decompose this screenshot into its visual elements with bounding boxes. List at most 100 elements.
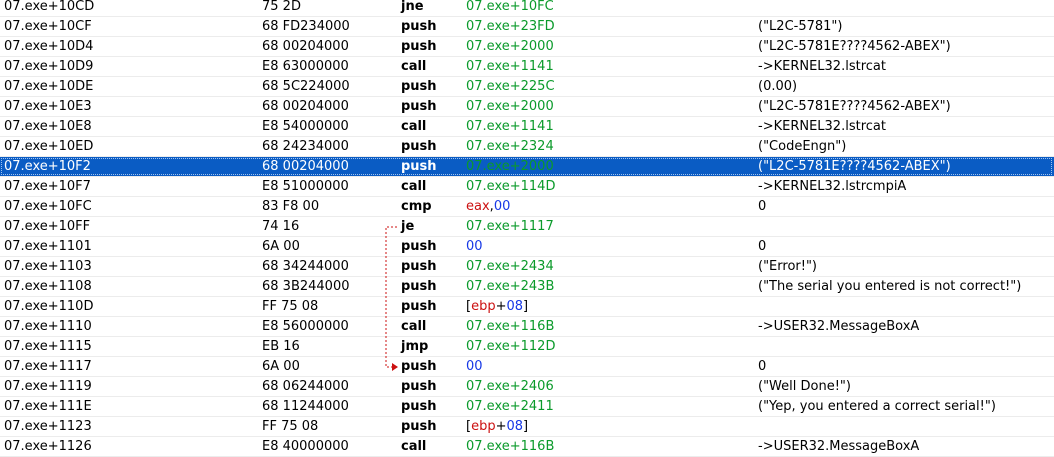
disasm-row[interactable]: 07.exe+10E8 E8 54000000 call 07.exe+1141 ->K… — [0, 117, 1054, 137]
disasm-row[interactable]: 07.exe+10CF 68 FD234000 push 07.exe+23FD ("L… — [0, 17, 1054, 37]
disassembly-view[interactable]: 07.exe+10CD 75 2D jne 07.exe+10FC 07.exe+10C… — [0, 0, 1054, 457]
operand-cell: 07.exe+1117 — [466, 217, 554, 237]
bytes-cell: 68 FD234000 — [262, 19, 350, 34]
address-cell: 07.exe+10F7 — [4, 179, 91, 194]
disasm-row[interactable]: 07.exe+1103 68 34244000 push 07.exe+2434 ("E… — [0, 257, 1054, 277]
operand-token: 00 — [493, 199, 511, 214]
disasm-row[interactable]: 07.exe+10FF 74 16 je 07.exe+1117 — [0, 217, 1054, 237]
mnemonic-cell: push — [401, 99, 437, 114]
operand-token: ebp — [471, 299, 496, 314]
address-cell: 07.exe+1115 — [4, 339, 92, 354]
address-cell: 07.exe+10CD — [4, 0, 95, 14]
disasm-row[interactable]: 07.exe+110D FF 75 08 push [ebp+08] — [0, 297, 1054, 317]
disasm-row[interactable]: 07.exe+10E3 68 00204000 push 07.exe+2000 ("L… — [0, 97, 1054, 117]
operand-token: 07.exe+23FD — [466, 19, 555, 34]
operand-cell: 07.exe+116B — [466, 437, 554, 457]
bytes-cell: 74 16 — [262, 219, 300, 234]
operand-cell: 07.exe+2000 — [466, 157, 554, 177]
bytes-cell: 68 00204000 — [262, 159, 349, 174]
comment-cell: ("L2C-5781E????4562-ABEX") — [758, 159, 951, 174]
operand-cell: 07.exe+1141 — [466, 57, 554, 77]
address-cell: 07.exe+10F2 — [4, 159, 91, 174]
bytes-cell: E8 40000000 — [262, 439, 349, 454]
disasm-row[interactable]: 07.exe+10D9 E8 63000000 call 07.exe+1141 ->K… — [0, 57, 1054, 77]
operand-token: 07.exe+1141 — [466, 59, 554, 74]
operand-cell: 07.exe+23FD — [466, 17, 555, 37]
bytes-cell: 68 11244000 — [262, 399, 349, 414]
operand-cell: 07.exe+1141 — [466, 117, 554, 137]
comment-cell: 0 — [758, 199, 767, 214]
address-cell: 07.exe+1103 — [4, 259, 92, 274]
disasm-row[interactable]: 07.exe+1117 6A 00 push 00 0 — [0, 357, 1054, 377]
operand-cell: 07.exe+2434 — [466, 257, 554, 277]
mnemonic-cell: push — [401, 399, 437, 414]
mnemonic-cell: je — [401, 219, 415, 234]
comment-cell: ("L2C-5781") — [758, 19, 843, 34]
mnemonic-cell: call — [401, 439, 427, 454]
mnemonic-cell: push — [401, 239, 437, 254]
disasm-row[interactable]: 07.exe+1119 68 06244000 push 07.exe+2406 ("W… — [0, 377, 1054, 397]
bytes-cell: FF 75 08 — [262, 419, 319, 434]
comment-cell: ("L2C-5781E????4562-ABEX") — [758, 99, 951, 114]
operand-token: 07.exe+225C — [466, 79, 555, 94]
operand-token: 07.exe+243B — [466, 279, 555, 294]
disasm-row[interactable]: 07.exe+10CD 75 2D jne 07.exe+10FC — [0, 0, 1054, 17]
operand-token: 07.exe+116B — [466, 319, 555, 334]
address-cell: 07.exe+10D4 — [4, 39, 94, 54]
comment-cell: ("The serial you entered is not correct!… — [758, 279, 1022, 294]
mnemonic-cell: call — [401, 319, 427, 334]
operand-cell: 07.exe+112D — [466, 337, 555, 357]
comment-cell: ->USER32.MessageBoxA — [758, 439, 920, 454]
disasm-row[interactable]: 07.exe+111E 68 11244000 push 07.exe+2411 ("Y… — [0, 397, 1054, 417]
operand-token: 07.exe+114D — [466, 179, 556, 194]
operand-cell: 07.exe+2000 — [466, 37, 554, 57]
bytes-cell: 68 3B244000 — [262, 279, 350, 294]
disasm-row[interactable]: 07.exe+1108 68 3B244000 push 07.exe+243B ("T… — [0, 277, 1054, 297]
disasm-row[interactable]: 07.exe+10ED 68 24234000 push 07.exe+2324 ("C… — [0, 137, 1054, 157]
disasm-row[interactable]: 07.exe+10F7 E8 51000000 call 07.exe+114D ->K… — [0, 177, 1054, 197]
disasm-row[interactable]: 07.exe+10F2 68 00204000 push 07.exe+2000 ("L… — [0, 157, 1054, 177]
mnemonic-cell: jmp — [401, 339, 429, 354]
disasm-row[interactable]: 07.exe+10D4 68 00204000 push 07.exe+2000 ("L… — [0, 37, 1054, 57]
operand-cell: 07.exe+2000 — [466, 97, 554, 117]
comment-cell: ("L2C-5781E????4562-ABEX") — [758, 39, 951, 54]
disasm-row[interactable]: 07.exe+1123 FF 75 08 push [ebp+08] — [0, 417, 1054, 437]
operand-token: 07.exe+1141 — [466, 119, 554, 134]
address-cell: 07.exe+10D9 — [4, 59, 94, 74]
mnemonic-cell: push — [401, 79, 437, 94]
disasm-row[interactable]: 07.exe+1126 E8 40000000 call 07.exe+116B ->U… — [0, 437, 1054, 457]
operand-token: 07.exe+2324 — [466, 139, 554, 154]
comment-cell: (0.00) — [758, 79, 798, 94]
disasm-row[interactable]: 07.exe+1110 E8 56000000 call 07.exe+116B ->U… — [0, 317, 1054, 337]
bytes-cell: E8 51000000 — [262, 179, 349, 194]
mnemonic-cell: push — [401, 159, 437, 174]
operand-token: 07.exe+10FC — [466, 0, 554, 14]
disasm-row[interactable]: 07.exe+10FC 83 F8 00 cmp eax,00 0 — [0, 197, 1054, 217]
bytes-cell: 68 00204000 — [262, 39, 349, 54]
disasm-row[interactable]: 07.exe+10DE 68 5C224000 push 07.exe+225C (0.… — [0, 77, 1054, 97]
mnemonic-cell: push — [401, 259, 437, 274]
bytes-cell: FF 75 08 — [262, 299, 319, 314]
address-cell: 07.exe+10DE — [4, 79, 94, 94]
operand-token: 00 — [466, 359, 483, 374]
mnemonic-cell: jne — [401, 0, 424, 14]
address-cell: 07.exe+10E3 — [4, 99, 92, 114]
address-cell: 07.exe+110D — [4, 299, 94, 314]
mnemonic-cell: push — [401, 299, 437, 314]
disasm-row[interactable]: 07.exe+1115 EB 16 jmp 07.exe+112D — [0, 337, 1054, 357]
mnemonic-cell: push — [401, 359, 437, 374]
bytes-cell: 83 F8 00 — [262, 199, 320, 214]
operand-cell: 07.exe+2411 — [466, 397, 554, 417]
address-cell: 07.exe+1108 — [4, 279, 92, 294]
comment-cell: ("Yep, you entered a correct serial!") — [758, 399, 996, 414]
comment-cell: ("Error!") — [758, 259, 818, 274]
operand-token: 00 — [466, 239, 483, 254]
bytes-cell: 75 2D — [262, 0, 301, 14]
operand-token: 07.exe+2000 — [466, 99, 554, 114]
operand-token: 07.exe+2000 — [466, 39, 554, 54]
address-cell: 07.exe+10CF — [4, 19, 92, 34]
bytes-cell: E8 63000000 — [262, 59, 349, 74]
bytes-cell: 68 24234000 — [262, 139, 349, 154]
disasm-row[interactable]: 07.exe+1101 6A 00 push 00 0 — [0, 237, 1054, 257]
address-cell: 07.exe+10FF — [4, 219, 91, 234]
